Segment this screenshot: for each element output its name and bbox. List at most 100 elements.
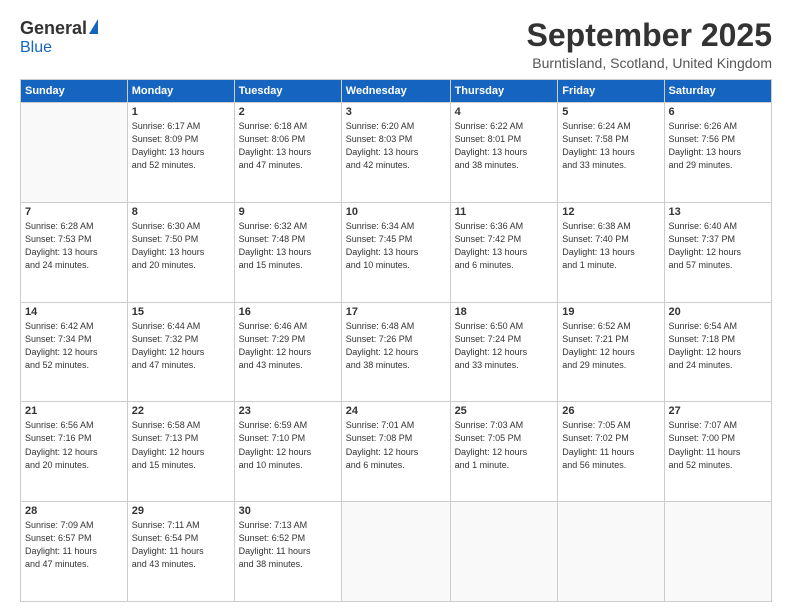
day-info: Sunrise: 6:18 AMSunset: 8:06 PMDaylight:…: [239, 120, 337, 172]
day-number: 12: [562, 206, 659, 218]
calendar-cell: 6Sunrise: 6:26 AMSunset: 7:56 PMDaylight…: [664, 103, 771, 203]
day-number: 17: [346, 306, 446, 318]
day-info: Sunrise: 6:32 AMSunset: 7:48 PMDaylight:…: [239, 220, 337, 272]
calendar-cell: 24 Sunrise: 7:01 AMSunset: 7:08 PMDayligh…: [341, 402, 450, 502]
day-info: Sunrise: 6:26 AMSunset: 7:56 PMDaylight:…: [669, 120, 767, 172]
day-info: Sunrise: 6:56 AMSunset: 7:16 PMDaylight:…: [25, 419, 123, 471]
page-header: General Blue September 2025 Burntisland,…: [20, 18, 772, 71]
day-info: Sunrise: 7:05 AMSunset: 7:02 PMDaylight:…: [562, 419, 659, 471]
day-info: Sunrise: 6:59 AMSunset: 7:10 PMDaylight:…: [239, 419, 337, 471]
calendar-cell: 5 Sunrise: 6:24 AMSunset: 7:58 PMDaylight…: [558, 103, 664, 203]
day-info: Sunrise: 6:58 AMSunset: 7:13 PMDaylight:…: [132, 419, 230, 471]
day-info: Sunrise: 6:48 AMSunset: 7:26 PMDaylight:…: [346, 320, 446, 372]
day-number: 16: [239, 306, 337, 318]
calendar-cell: 11 Sunrise: 6:36 AMSunset: 7:42 PMDayligh…: [450, 202, 558, 302]
day-info: Sunrise: 6:42 AMSunset: 7:34 PMDaylight:…: [25, 320, 123, 372]
calendar-cell: 28Sunrise: 7:09 AMSunset: 6:57 PMDayligh…: [21, 502, 128, 602]
month-title: September 2025: [527, 18, 772, 53]
calendar-cell: [558, 502, 664, 602]
day-number: 22: [132, 405, 230, 417]
day-number: 1: [132, 106, 230, 118]
calendar-cell: 14 Sunrise: 6:42 AMSunset: 7:34 PMDayligh…: [21, 302, 128, 402]
day-info: Sunrise: 6:34 AMSunset: 7:45 PMDaylight:…: [346, 220, 446, 272]
day-number: 26: [562, 405, 659, 417]
logo-blue-text: Blue: [20, 39, 52, 57]
day-number: 11: [455, 206, 554, 218]
calendar-cell: 21 Sunrise: 6:56 AMSunset: 7:16 PMDayligh…: [21, 402, 128, 502]
calendar-cell: 7 Sunrise: 6:28 AMSunset: 7:53 PMDaylight…: [21, 202, 128, 302]
day-info: Sunrise: 6:20 AMSunset: 8:03 PMDaylight:…: [346, 120, 446, 172]
calendar-cell: 26 Sunrise: 7:05 AMSunset: 7:02 PMDayligh…: [558, 402, 664, 502]
calendar-cell: 2 Sunrise: 6:18 AMSunset: 8:06 PMDaylight…: [234, 103, 341, 203]
day-number: 8: [132, 206, 230, 218]
day-number: 23: [239, 405, 337, 417]
day-info: Sunrise: 6:24 AMSunset: 7:58 PMDaylight:…: [562, 120, 659, 172]
calendar-header-thursday: Thursday: [450, 80, 558, 103]
logo-general-text: General: [20, 18, 87, 39]
day-number: 20: [669, 306, 767, 318]
logo-triangle-icon: [89, 19, 98, 34]
calendar-cell: [450, 502, 558, 602]
calendar-cell: 29Sunrise: 7:11 AMSunset: 6:54 PMDayligh…: [127, 502, 234, 602]
calendar-week-row: 14 Sunrise: 6:42 AMSunset: 7:34 PMDayligh…: [21, 302, 772, 402]
calendar-week-row: 21 Sunrise: 6:56 AMSunset: 7:16 PMDayligh…: [21, 402, 772, 502]
calendar-cell: 8 Sunrise: 6:30 AMSunset: 7:50 PMDaylight…: [127, 202, 234, 302]
day-number: 14: [25, 306, 123, 318]
day-number: 19: [562, 306, 659, 318]
logo: General Blue: [20, 18, 98, 57]
day-info: Sunrise: 7:01 AMSunset: 7:08 PMDaylight:…: [346, 419, 446, 471]
calendar-cell: [664, 502, 771, 602]
day-info: Sunrise: 6:28 AMSunset: 7:53 PMDaylight:…: [25, 220, 123, 272]
calendar-header-monday: Monday: [127, 80, 234, 103]
calendar-header-friday: Friday: [558, 80, 664, 103]
calendar-cell: 25 Sunrise: 7:03 AMSunset: 7:05 PMDayligh…: [450, 402, 558, 502]
day-number: 21: [25, 405, 123, 417]
day-info: Sunrise: 6:30 AMSunset: 7:50 PMDaylight:…: [132, 220, 230, 272]
day-number: 3: [346, 106, 446, 118]
calendar-header-sunday: Sunday: [21, 80, 128, 103]
calendar-cell: 13 Sunrise: 6:40 AMSunset: 7:37 PMDayligh…: [664, 202, 771, 302]
calendar-cell: 19 Sunrise: 6:52 AMSunset: 7:21 PMDayligh…: [558, 302, 664, 402]
calendar-header-tuesday: Tuesday: [234, 80, 341, 103]
day-info: Sunrise: 6:52 AMSunset: 7:21 PMDaylight:…: [562, 320, 659, 372]
day-info: Sunrise: 7:13 AMSunset: 6:52 PMDaylight:…: [239, 519, 337, 571]
day-info: Sunrise: 6:38 AMSunset: 7:40 PMDaylight:…: [562, 220, 659, 272]
calendar-cell: 20Sunrise: 6:54 AMSunset: 7:18 PMDayligh…: [664, 302, 771, 402]
day-info: Sunrise: 7:03 AMSunset: 7:05 PMDaylight:…: [455, 419, 554, 471]
calendar-cell: [21, 103, 128, 203]
calendar-cell: 23 Sunrise: 6:59 AMSunset: 7:10 PMDayligh…: [234, 402, 341, 502]
day-info: Sunrise: 6:36 AMSunset: 7:42 PMDaylight:…: [455, 220, 554, 272]
calendar-cell: 9 Sunrise: 6:32 AMSunset: 7:48 PMDaylight…: [234, 202, 341, 302]
day-number: 10: [346, 206, 446, 218]
calendar-cell: 1Sunrise: 6:17 AMSunset: 8:09 PMDaylight…: [127, 103, 234, 203]
day-number: 9: [239, 206, 337, 218]
calendar-cell: 16 Sunrise: 6:46 AMSunset: 7:29 PMDayligh…: [234, 302, 341, 402]
day-number: 25: [455, 405, 554, 417]
title-block: September 2025 Burntisland, Scotland, Un…: [527, 18, 772, 71]
location-text: Burntisland, Scotland, United Kingdom: [527, 55, 772, 71]
calendar-header-saturday: Saturday: [664, 80, 771, 103]
calendar-cell: 30Sunrise: 7:13 AMSunset: 6:52 PMDayligh…: [234, 502, 341, 602]
calendar-cell: 3 Sunrise: 6:20 AMSunset: 8:03 PMDaylight…: [341, 103, 450, 203]
day-number: 27: [669, 405, 767, 417]
day-number: 13: [669, 206, 767, 218]
calendar-cell: 4Sunrise: 6:22 AMSunset: 8:01 PMDaylight…: [450, 103, 558, 203]
day-number: 2: [239, 106, 337, 118]
calendar-cell: 17 Sunrise: 6:48 AMSunset: 7:26 PMDayligh…: [341, 302, 450, 402]
day-info: Sunrise: 6:50 AMSunset: 7:24 PMDaylight:…: [455, 320, 554, 372]
day-number: 28: [25, 505, 123, 517]
day-info: Sunrise: 7:11 AMSunset: 6:54 PMDaylight:…: [132, 519, 230, 571]
calendar-header-wednesday: Wednesday: [341, 80, 450, 103]
calendar-week-row: 28Sunrise: 7:09 AMSunset: 6:57 PMDayligh…: [21, 502, 772, 602]
day-info: Sunrise: 6:22 AMSunset: 8:01 PMDaylight:…: [455, 120, 554, 172]
day-info: Sunrise: 6:40 AMSunset: 7:37 PMDaylight:…: [669, 220, 767, 272]
day-info: Sunrise: 7:07 AMSunset: 7:00 PMDaylight:…: [669, 419, 767, 471]
day-number: 7: [25, 206, 123, 218]
day-number: 5: [562, 106, 659, 118]
calendar-cell: 12 Sunrise: 6:38 AMSunset: 7:40 PMDayligh…: [558, 202, 664, 302]
calendar-table: SundayMondayTuesdayWednesdayThursdayFrid…: [20, 79, 772, 602]
calendar-cell: 27 Sunrise: 7:07 AMSunset: 7:00 PMDayligh…: [664, 402, 771, 502]
calendar-header-row: SundayMondayTuesdayWednesdayThursdayFrid…: [21, 80, 772, 103]
day-number: 24: [346, 405, 446, 417]
day-info: Sunrise: 6:46 AMSunset: 7:29 PMDaylight:…: [239, 320, 337, 372]
